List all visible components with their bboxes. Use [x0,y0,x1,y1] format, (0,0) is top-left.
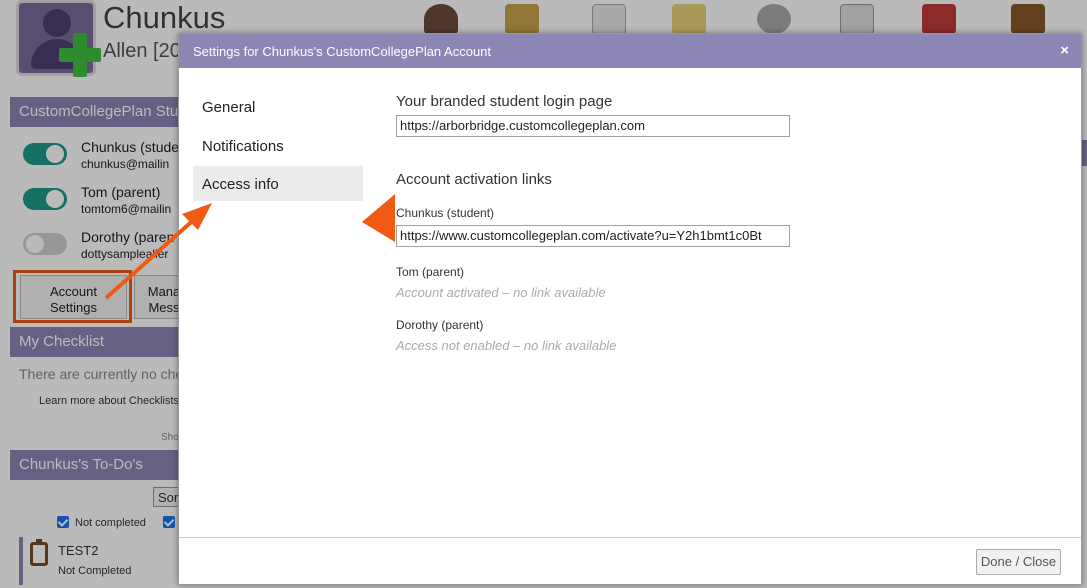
annotation-arrow-line [104,214,200,300]
annotation-arrowhead-large [362,194,395,242]
annotation-arrows [104,194,395,300]
